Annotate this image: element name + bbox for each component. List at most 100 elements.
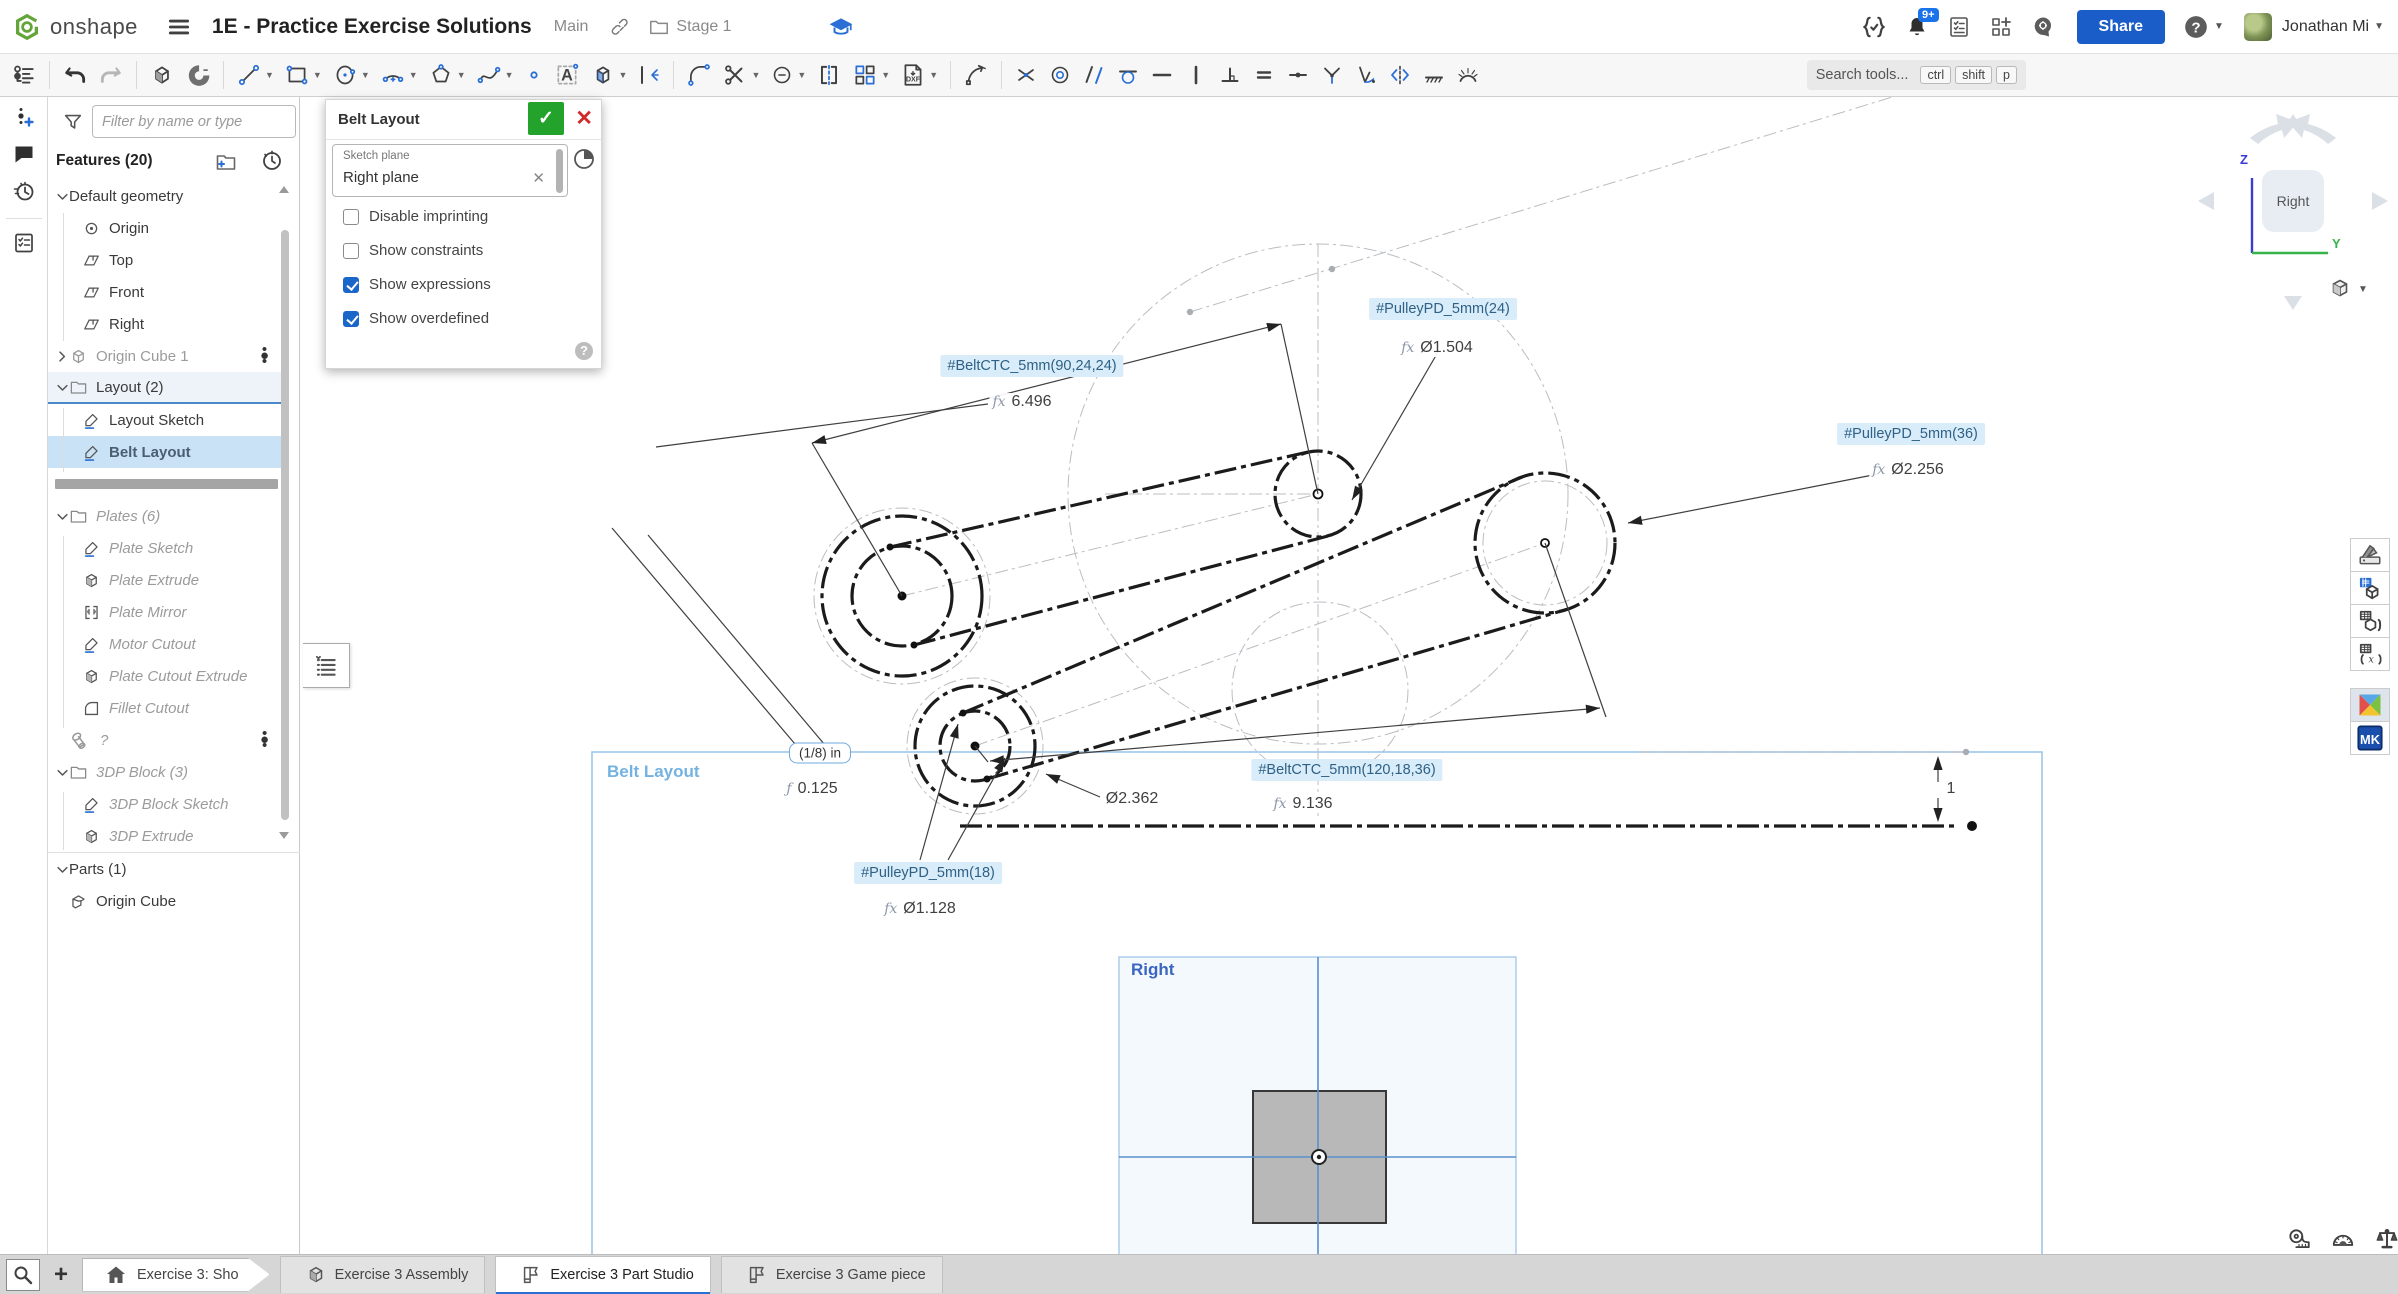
- add-tab-button[interactable]: +: [54, 1261, 68, 1289]
- checkbox-show-overdefined[interactable]: Show overdefined: [333, 310, 489, 327]
- help-icon[interactable]: ?: [2183, 14, 2209, 40]
- chevron-down-icon[interactable]: [55, 380, 69, 395]
- workspace-flag-tab[interactable]: Exercise 3: Sho: [82, 1258, 270, 1292]
- hamburger-menu-icon[interactable]: [166, 14, 192, 40]
- insert-feature-icon[interactable]: [12, 105, 36, 129]
- chevron-down-icon[interactable]: [55, 189, 69, 204]
- tasks-icon[interactable]: [1947, 15, 1971, 39]
- sketch-plane-field[interactable]: Sketch plane Right plane ✕: [332, 144, 568, 197]
- trim-caret-icon[interactable]: ▼: [751, 70, 760, 80]
- rotate-east-arrow[interactable]: [2372, 192, 2388, 210]
- pulley-18-value[interactable]: fxØ1.128: [881, 900, 959, 918]
- dim-edit-box[interactable]: (1/8) in: [789, 743, 851, 764]
- belt-ctc-90-label[interactable]: #BeltCTC_5mm(90,24,24): [940, 355, 1123, 377]
- tab-exercise-3-game-piece[interactable]: Exercise 3 Game piece: [721, 1256, 943, 1293]
- corner-rectangle-button[interactable]: ▼: [280, 59, 326, 91]
- dim-2-362[interactable]: Ø2.362: [1104, 790, 1160, 808]
- pulley-18-label[interactable]: #PulleyPD_5mm(18): [854, 862, 1002, 884]
- three-point-arc-button[interactable]: ▼: [376, 59, 422, 91]
- measure-angle-icon[interactable]: [2330, 1226, 2356, 1252]
- document-title[interactable]: 1E - Practice Exercise Solutions: [212, 15, 532, 39]
- feature-row-default-geometry[interactable]: Default geometry: [48, 180, 281, 212]
- learning-center-icon[interactable]: [828, 14, 854, 40]
- feature-kebab-icon[interactable]: •●•: [260, 731, 269, 749]
- sketch-state-pie-icon[interactable]: [572, 147, 596, 171]
- measure-length-icon[interactable]: [2286, 1226, 2312, 1252]
- transform-button[interactable]: [959, 59, 993, 91]
- line-button[interactable]: ▼: [232, 59, 278, 91]
- three-point-arc-caret-icon[interactable]: ▼: [409, 70, 418, 80]
- feature-row-fillet-cutout[interactable]: Fillet Cutout: [48, 692, 281, 724]
- version-name[interactable]: Stage 1: [676, 18, 731, 36]
- feature-history-icon[interactable]: [260, 149, 284, 173]
- tab-search-button[interactable]: [6, 1259, 40, 1291]
- linear-pattern-button[interactable]: ▼: [848, 59, 894, 91]
- app-mk-button[interactable]: MK: [2350, 721, 2390, 755]
- feature-row-3dp-extrude[interactable]: 3DP Extrude: [48, 820, 281, 852]
- constraint-curvature-button[interactable]: [1350, 60, 1382, 90]
- offset-button[interactable]: ▼: [766, 60, 810, 90]
- share-button[interactable]: Share: [2077, 10, 2165, 44]
- mass-properties-icon[interactable]: [2374, 1226, 2398, 1252]
- rollback-bar[interactable]: [55, 479, 278, 489]
- constraint-midpoint-button[interactable]: [1282, 60, 1314, 90]
- feature-row-origin[interactable]: Origin: [48, 212, 281, 244]
- belt-ctc-90-value[interactable]: fx6.496: [989, 393, 1054, 411]
- trim-button[interactable]: ▼: [718, 59, 764, 91]
- feature-row-plate-cutout-extrude[interactable]: Plate Cutout Extrude: [48, 660, 281, 692]
- part-row-origin-cube[interactable]: Origin Cube: [48, 885, 281, 917]
- use-face-caret-icon[interactable]: ▼: [619, 70, 628, 80]
- feature-kebab-icon[interactable]: •●•: [260, 347, 269, 365]
- view-mode-caret-icon[interactable]: ▼: [2358, 284, 2368, 295]
- link-icon[interactable]: [608, 16, 630, 38]
- configuration-inputs-button[interactable]: [2350, 604, 2390, 638]
- chevron-down-icon[interactable]: [55, 509, 69, 524]
- featurescript-icon[interactable]: [1861, 14, 1887, 40]
- offset-caret-icon[interactable]: ▼: [797, 70, 806, 80]
- pulley-36-label[interactable]: #PulleyPD_5mm(36): [1837, 423, 1985, 445]
- view-mode-cube-icon[interactable]: [2328, 276, 2352, 300]
- tree-scroll-up-icon[interactable]: [279, 186, 289, 193]
- feature-row-plate-extrude[interactable]: Plate Extrude: [48, 564, 281, 596]
- feature-row-motor-cutout[interactable]: Motor Cutout: [48, 628, 281, 660]
- user-name[interactable]: Jonathan Mi: [2282, 18, 2369, 36]
- app-store-icon[interactable]: [1989, 15, 2013, 39]
- clear-selection-icon[interactable]: ✕: [532, 169, 545, 187]
- feature-row-layout-sketch[interactable]: Layout Sketch: [48, 404, 281, 436]
- checkbox-box[interactable]: [343, 243, 359, 259]
- feature-row-origin-cube-1[interactable]: Origin Cube 1•●•: [48, 340, 281, 372]
- sketch-fillet-button[interactable]: [682, 59, 716, 91]
- workspace-name[interactable]: Main: [554, 18, 589, 36]
- redo-button[interactable]: [94, 59, 128, 91]
- cut-list-icon[interactable]: [12, 231, 36, 255]
- pulley-24-label[interactable]: #PulleyPD_5mm(24): [1369, 298, 1517, 320]
- sketch-text-button[interactable]: A: [550, 59, 584, 91]
- spline-button[interactable]: ▼: [472, 59, 518, 91]
- undo-button[interactable]: [58, 59, 92, 91]
- belt-ctc-120-label[interactable]: #BeltCTC_5mm(120,18,36): [1251, 759, 1442, 781]
- belt-ctc-120-value[interactable]: fx9.136: [1270, 795, 1335, 813]
- sketch-canvas[interactable]: #BeltCTC_5mm(90,24,24) fx6.496 #PulleyPD_5…: [300, 97, 2398, 1254]
- tree-scrollbar-thumb[interactable]: [281, 230, 289, 820]
- feature-row-3dp-block-3[interactable]: 3DP Block (3): [48, 756, 281, 788]
- inscribed-polygon-button[interactable]: ▼: [424, 59, 470, 91]
- feature-row-plate-mirror[interactable]: Plate Mirror: [48, 596, 281, 628]
- mirror-button[interactable]: [812, 59, 846, 91]
- feature-row-right[interactable]: Right: [48, 308, 281, 340]
- rotate-down-arrow[interactable]: [2284, 296, 2302, 310]
- point-button[interactable]: [520, 62, 548, 88]
- feature-row-3dp-block-sketch[interactable]: 3DP Block Sketch: [48, 788, 281, 820]
- spline-caret-icon[interactable]: ▼: [505, 70, 514, 80]
- import-dxf-dwg-caret-icon[interactable]: ▼: [929, 70, 938, 80]
- checkbox-disable-imprinting[interactable]: Disable imprinting: [333, 208, 488, 225]
- constraint-perpendicular-button[interactable]: [1214, 60, 1246, 90]
- dim-1[interactable]: 1: [1945, 780, 1958, 798]
- constraint-parallel-button[interactable]: [1078, 60, 1110, 90]
- chevron-down-icon[interactable]: [55, 765, 69, 780]
- appearance-panel-button[interactable]: [2350, 538, 2390, 572]
- center-point-circle-caret-icon[interactable]: ▼: [361, 70, 370, 80]
- feature-row-belt-layout[interactable]: Belt Layout: [48, 436, 281, 468]
- sketch-list-flyout-toggle[interactable]: [303, 643, 350, 688]
- pulley-36-value[interactable]: fxØ2.256: [1869, 461, 1947, 479]
- tab-exercise-3-assembly[interactable]: Exercise 3 Assembly: [280, 1256, 486, 1293]
